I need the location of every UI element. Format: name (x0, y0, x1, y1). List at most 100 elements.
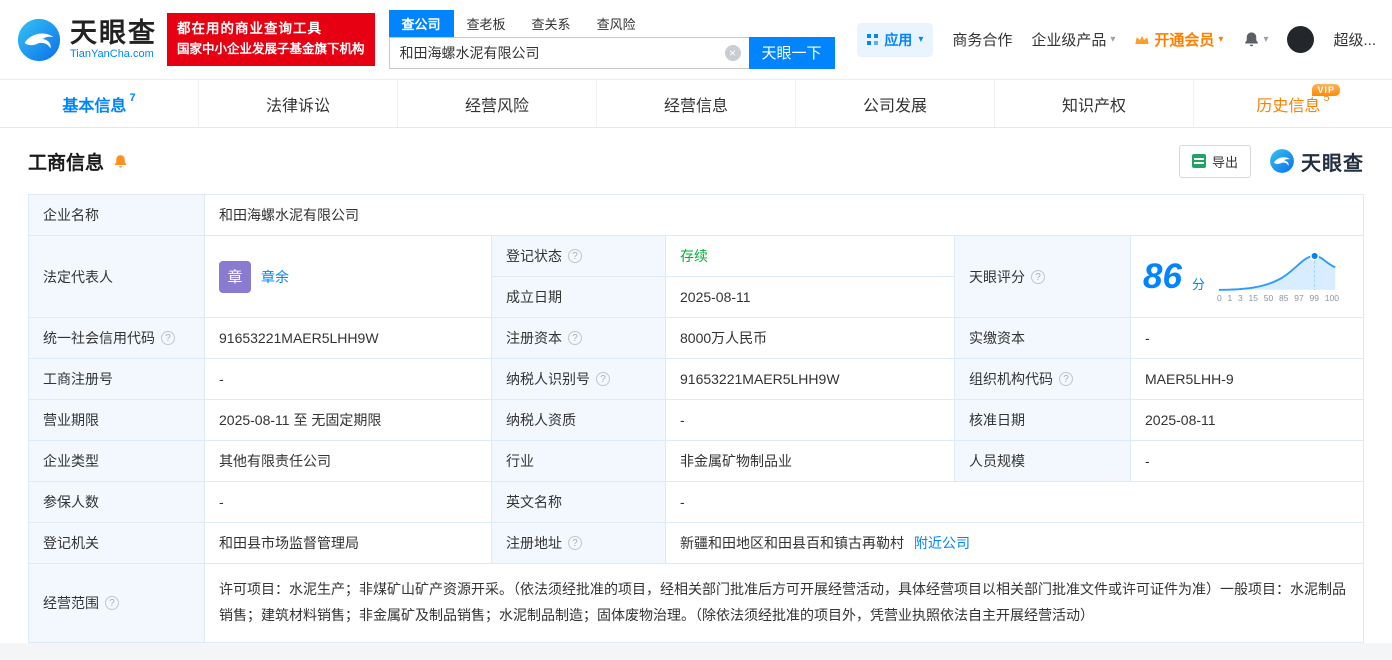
help-icon[interactable] (161, 331, 175, 345)
field-value-taxpayer-quality: - (666, 400, 955, 441)
nearby-companies-link[interactable]: 附近公司 (914, 533, 970, 553)
vip-badge: VIP (1312, 84, 1340, 96)
field-label-establish-date: 成立日期 (492, 277, 666, 318)
help-icon[interactable] (596, 372, 610, 386)
help-icon[interactable] (568, 249, 582, 263)
legal-rep-avatar[interactable]: 章 (219, 260, 251, 293)
tab-label: 公司发展 (862, 97, 927, 115)
chevron-down-icon (1263, 34, 1268, 45)
slogan-banner: 都在用的商业查询工具 国家中小企业发展子基金旗下机构 (167, 13, 375, 66)
field-label-org-code: 组织机构代码 (955, 359, 1131, 400)
field-value-business-term: 2025-08-11 至 无固定期限 (205, 400, 492, 441)
field-value-approval-date: 2025-08-11 (1131, 400, 1363, 441)
tab-label: 基本信息 (62, 97, 127, 115)
field-value-reg-capital: 8000万人民币 (666, 318, 955, 359)
username-label[interactable]: 超级... (1333, 29, 1376, 50)
open-vip-menu[interactable]: 开通会员 (1134, 29, 1223, 50)
business-info-table: 企业名称 和田海螺水泥有限公司 法定代表人 章 章余 登记状态 存续 成立日期 … (28, 194, 1364, 643)
field-label-taxpayer-quality: 纳税人资质 (492, 400, 666, 441)
search-button[interactable]: 天眼一下 (748, 36, 835, 69)
field-value-credit-code: 91653221MAER5LHH9W (205, 318, 492, 359)
score-axis-tick: 0 (1216, 293, 1222, 303)
monitor-bell-icon[interactable] (112, 153, 129, 170)
score-axis-tick: 99 (1309, 293, 1319, 303)
section-header: 工商信息 导出 天眼查 (0, 128, 1392, 194)
tab-label: 历史信息 (1256, 97, 1321, 115)
field-value-org-code: MAER5LHH-9 (1131, 359, 1363, 400)
tab-legal-proceedings[interactable]: 法律诉讼 (198, 80, 397, 127)
field-value-reg-authority: 和田县市场监督管理局 (205, 523, 492, 564)
help-icon[interactable] (568, 331, 582, 345)
tab-operating-info[interactable]: 经营信息 (596, 80, 795, 127)
tab-operating-risk[interactable]: 经营风险 (397, 80, 596, 127)
watermark-brand-text: 天眼查 (1301, 152, 1364, 175)
export-label: 导出 (1211, 154, 1238, 170)
field-label-reg-number: 工商注册号 (29, 359, 205, 400)
field-value-reg-address: 新疆和田地区和田县百和镇古再勒村 附近公司 (666, 523, 1363, 564)
field-label-credit-code: 统一社会信用代码 (29, 318, 205, 359)
apps-grid-icon (867, 34, 878, 45)
tab-intellectual-property[interactable]: 知识产权 (994, 80, 1193, 127)
field-label-business-term: 营业期限 (29, 400, 205, 441)
field-value-company-name: 和田海螺水泥有限公司 (205, 195, 1363, 236)
apps-label: 应用 (884, 31, 913, 48)
bell-icon (1245, 32, 1259, 47)
search-tab-company[interactable]: 查公司 (388, 9, 454, 37)
search-tab-risk[interactable]: 查风险 (584, 10, 649, 37)
score-axis-tick: 100 (1324, 293, 1339, 303)
field-value-insured-count: - (205, 482, 492, 523)
field-label-reg-authority: 登记机关 (29, 523, 205, 564)
help-icon[interactable] (105, 596, 119, 610)
field-value-industry: 非金属矿物制品业 (666, 441, 955, 482)
field-label-industry: 行业 (492, 441, 666, 482)
tab-history-info[interactable]: 历史信息 5 VIP (1193, 80, 1392, 127)
field-value-paid-capital: - (1131, 318, 1363, 359)
field-value-establish-date: 2025-08-11 (666, 277, 955, 318)
field-value-score[interactable]: 86 分 0 1 3 15 50 85 97 99 100 (1131, 236, 1363, 318)
score-curve-chart: 0 1 3 15 50 85 97 99 100 (1217, 250, 1339, 303)
header-menu: 应用 商务合作 企业级产品 开通会员 超级... (857, 22, 1376, 57)
brand-domain: TianYanCha.com (70, 48, 154, 61)
score-axis-tick: 3 (1237, 293, 1243, 303)
tab-basic-info[interactable]: 基本信息 7 (0, 80, 198, 127)
field-label-score: 天眼评分 (955, 236, 1131, 318)
field-label-staff-size: 人员规模 (955, 441, 1131, 482)
search-tab-boss[interactable]: 查老板 (454, 10, 519, 37)
bottom-strip (0, 643, 1392, 660)
chevron-down-icon (1110, 34, 1115, 45)
legal-rep-link[interactable]: 章余 (261, 267, 289, 287)
score-axis: 0 1 3 15 50 85 97 99 100 (1217, 293, 1339, 303)
user-avatar[interactable] (1287, 26, 1315, 53)
field-label-english-name: 英文名称 (492, 482, 666, 523)
export-button[interactable]: 导出 (1178, 144, 1251, 178)
field-value-reg-status: 存续 (666, 236, 955, 277)
help-icon[interactable] (1031, 269, 1045, 284)
top-header: 天眼查 TianYanCha.com 都在用的商业查询工具 国家中小企业发展子基… (0, 0, 1392, 80)
company-section-tabs: 基本信息 7 法律诉讼 经营风险 经营信息 公司发展 知识产权 历史信息 5 V… (0, 80, 1392, 128)
notifications-button[interactable] (1242, 30, 1268, 49)
score-value: 86 (1143, 257, 1182, 296)
help-icon[interactable] (568, 536, 582, 550)
watermark-logo-icon (1270, 149, 1294, 173)
field-label-reg-status: 登记状态 (492, 236, 666, 277)
field-label-reg-capital: 注册资本 (492, 318, 666, 359)
status-badge: 存续 (680, 248, 708, 264)
clear-search-icon[interactable] (724, 44, 741, 61)
excel-icon (1191, 154, 1206, 168)
score-axis-tick: 15 (1248, 293, 1258, 303)
business-cooperation-link[interactable]: 商务合作 (952, 29, 1012, 50)
field-value-staff-size: - (1131, 441, 1363, 482)
brand-name: 天眼查 (70, 17, 157, 48)
tab-company-development[interactable]: 公司发展 (795, 80, 994, 127)
apps-menu-button[interactable]: 应用 (857, 22, 934, 57)
tab-count: 7 (129, 91, 136, 104)
chevron-down-icon (1218, 34, 1223, 45)
search-input[interactable] (388, 36, 749, 69)
enterprise-products-menu[interactable]: 企业级产品 (1031, 29, 1115, 50)
tianyancha-logo[interactable]: 天眼查 TianYanCha.com (16, 17, 157, 63)
help-icon[interactable] (1059, 372, 1073, 386)
open-vip-label: 开通会员 (1154, 32, 1215, 49)
search-tab-relation[interactable]: 查关系 (519, 10, 584, 37)
slogan-line1: 都在用的商业查询工具 (177, 21, 322, 37)
field-value-reg-number: - (205, 359, 492, 400)
